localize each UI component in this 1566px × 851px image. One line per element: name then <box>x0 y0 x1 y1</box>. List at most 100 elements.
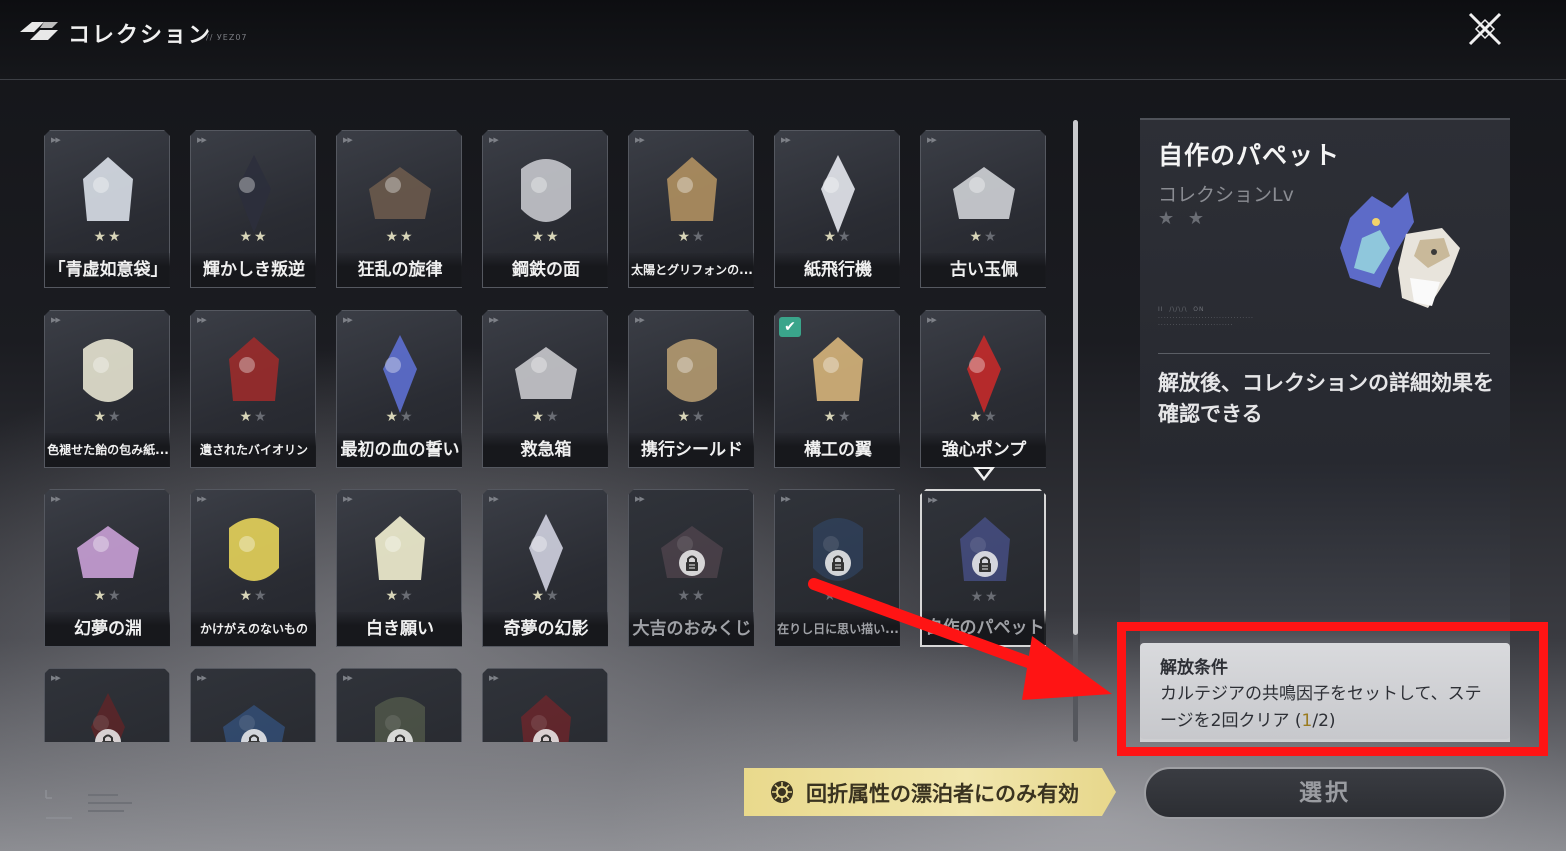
collection-card[interactable]: ▶▶ ★★ 携行シールド <box>628 310 754 468</box>
card-stars: ★★ <box>45 229 171 245</box>
crystal-ball-icon <box>63 508 153 598</box>
card-label: 最初の血の誓い <box>337 433 463 467</box>
collection-card[interactable]: ▶▶ ★★ 輝かしき叛逆 <box>190 130 316 288</box>
card-corner-mark: ▶▶ <box>927 316 936 324</box>
scrollbar-thumb[interactable] <box>1073 120 1078 635</box>
card-stars: ★★ <box>191 409 317 425</box>
star-empty-icon: ★ <box>400 588 415 604</box>
collection-card[interactable]: ▶▶ ★★ 救急箱 <box>482 310 608 468</box>
page-title: コレクション <box>68 23 213 48</box>
card-stars: ★★ <box>921 229 1047 245</box>
collection-card[interactable]: ▶▶ ★★ 強心ポンプ <box>920 310 1046 468</box>
star-empty-icon: ★ <box>546 588 561 604</box>
card-label: 色褪せた飴の包み紙... <box>45 433 171 467</box>
card-corner-mark: ▶▶ <box>343 495 352 503</box>
white-flowers-icon <box>355 508 445 598</box>
detail-fine-print: II /\/\/\ ON ...........................… <box>1158 306 1254 327</box>
card-label: 構工の翼 <box>775 433 901 467</box>
collection-card[interactable]: ▶▶ <box>190 668 316 742</box>
card-corner-mark: ▶▶ <box>343 136 352 144</box>
card-corner-mark: ▶▶ <box>635 136 644 144</box>
card-corner-mark: ▶▶ <box>489 136 498 144</box>
detail-stars: ★ ★ <box>1158 208 1208 229</box>
card-corner-mark: ▶▶ <box>197 674 206 682</box>
lock-icon <box>679 550 705 576</box>
page-subtitle: // УЕZ07 <box>206 33 248 42</box>
select-button[interactable]: 選択 <box>1144 767 1506 819</box>
highlight-frame <box>1117 622 1548 756</box>
card-label: 強心ポンプ <box>921 433 1047 467</box>
star-filled-icon: ★ <box>969 409 984 425</box>
card-stars: ★★ <box>629 229 755 245</box>
card-corner-mark: ▶▶ <box>635 316 644 324</box>
card-corner-mark: ▶▶ <box>343 316 352 324</box>
collection-card[interactable]: ▶▶ ★★ 白き願い <box>336 489 462 647</box>
decorative-footer-icon <box>45 790 132 819</box>
star-filled-icon: ★ <box>531 588 546 604</box>
collection-card[interactable]: ▶▶ ★★ 幻夢の淵 <box>44 489 170 647</box>
collection-card[interactable]: ▶▶ ★★ 古い玉佩 <box>920 130 1046 288</box>
star-filled-icon: ★ <box>531 229 546 245</box>
star-empty-icon: ★ <box>108 588 123 604</box>
attribute-banner-text: 回折属性の漂泊者にのみ有効 <box>806 782 1079 806</box>
game-logo-icon <box>20 22 58 40</box>
candy-wrapper-icon <box>63 329 153 419</box>
card-stars: ★★ <box>191 229 317 245</box>
card-corner-mark: ▶▶ <box>489 674 498 682</box>
card-corner-mark: ▶▶ <box>51 495 60 503</box>
selection-marker-inner <box>978 469 990 477</box>
card-label: 遺されたバイオリン <box>191 433 317 467</box>
collection-card[interactable]: ▶▶ ★★ 鋼鉄の面 <box>482 130 608 288</box>
feather-dagger-icon <box>355 329 445 419</box>
collection-card[interactable]: ▶▶ ★★ 太陽とグリフォンの... <box>628 130 754 288</box>
card-stars: ★★ <box>337 588 463 604</box>
collection-card[interactable]: ▶▶ ★★ 「青虚如意袋」 <box>44 130 170 288</box>
collection-card[interactable]: ▶▶ ★★ 遺されたバイオリン <box>190 310 316 468</box>
star-filled-icon: ★ <box>239 588 254 604</box>
star-empty-icon: ★ <box>254 588 269 604</box>
card-stars: ★★ <box>45 588 171 604</box>
heart-pump-icon <box>939 329 1029 419</box>
star-empty-icon: ★ <box>984 229 999 245</box>
necklace-icon <box>209 508 299 598</box>
card-corner-mark: ▶▶ <box>781 136 790 144</box>
mechanical-wing-icon <box>793 329 883 419</box>
collection-card[interactable]: ▶▶ ★★ 奇夢の幻影 <box>482 489 608 647</box>
collection-card[interactable]: ▶▶ <box>44 668 170 742</box>
card-stars: ★★ <box>45 409 171 425</box>
card-corner-mark: ▶▶ <box>635 495 644 503</box>
scroll-stamp-icon <box>647 149 737 239</box>
collection-card[interactable]: ▶▶ <box>336 668 462 742</box>
violin-icon <box>209 329 299 419</box>
star-empty-icon: ★ <box>400 409 415 425</box>
collection-card[interactable]: ▶▶★★✔構工の翼 <box>774 310 900 468</box>
card-label: かけがえのないもの <box>191 612 317 646</box>
collection-card[interactable]: ▶▶ <box>482 668 608 742</box>
card-label: 鋼鉄の面 <box>483 253 609 287</box>
collection-card[interactable]: ▶▶ ★★ 色褪せた飴の包み紙... <box>44 310 170 468</box>
collection-card[interactable]: ▶▶ ★★ 大吉のおみくじ <box>628 489 754 647</box>
star-filled-icon: ★ <box>239 409 254 425</box>
star-filled-icon: ★ <box>400 229 415 245</box>
card-corner-mark: ▶▶ <box>489 495 498 503</box>
collection-card[interactable]: ▶▶ ★★ かけがえのないもの <box>190 489 316 647</box>
star-filled-icon: ★ <box>385 409 400 425</box>
card-stars: ★★ <box>775 409 901 425</box>
star-empty-icon: ★ <box>692 229 707 245</box>
card-label: 輝かしき叛逆 <box>191 253 317 287</box>
collection-card[interactable]: ▶▶ ★★ 紙飛行機 <box>774 130 900 288</box>
star-empty-icon: ★ <box>108 409 123 425</box>
star-filled-icon: ★ <box>969 229 984 245</box>
collection-card[interactable]: ▶▶ ★★ 最初の血の誓い <box>336 310 462 468</box>
music-box-icon <box>355 149 445 239</box>
star-filled-icon: ★ <box>531 409 546 425</box>
card-stars: ★★ <box>629 588 755 604</box>
phantom-fox-icon <box>501 508 591 598</box>
jade-pendant-icon <box>939 149 1029 239</box>
collection-card[interactable]: ▶▶ ★★ 狂乱の旋律 <box>336 130 462 288</box>
star-empty-icon: ★ <box>838 229 853 245</box>
star-empty-icon: ★ <box>546 409 561 425</box>
close-icon[interactable] <box>1466 10 1504 48</box>
paper-plane-icon <box>793 149 883 239</box>
card-label: 古い玉佩 <box>921 253 1047 287</box>
